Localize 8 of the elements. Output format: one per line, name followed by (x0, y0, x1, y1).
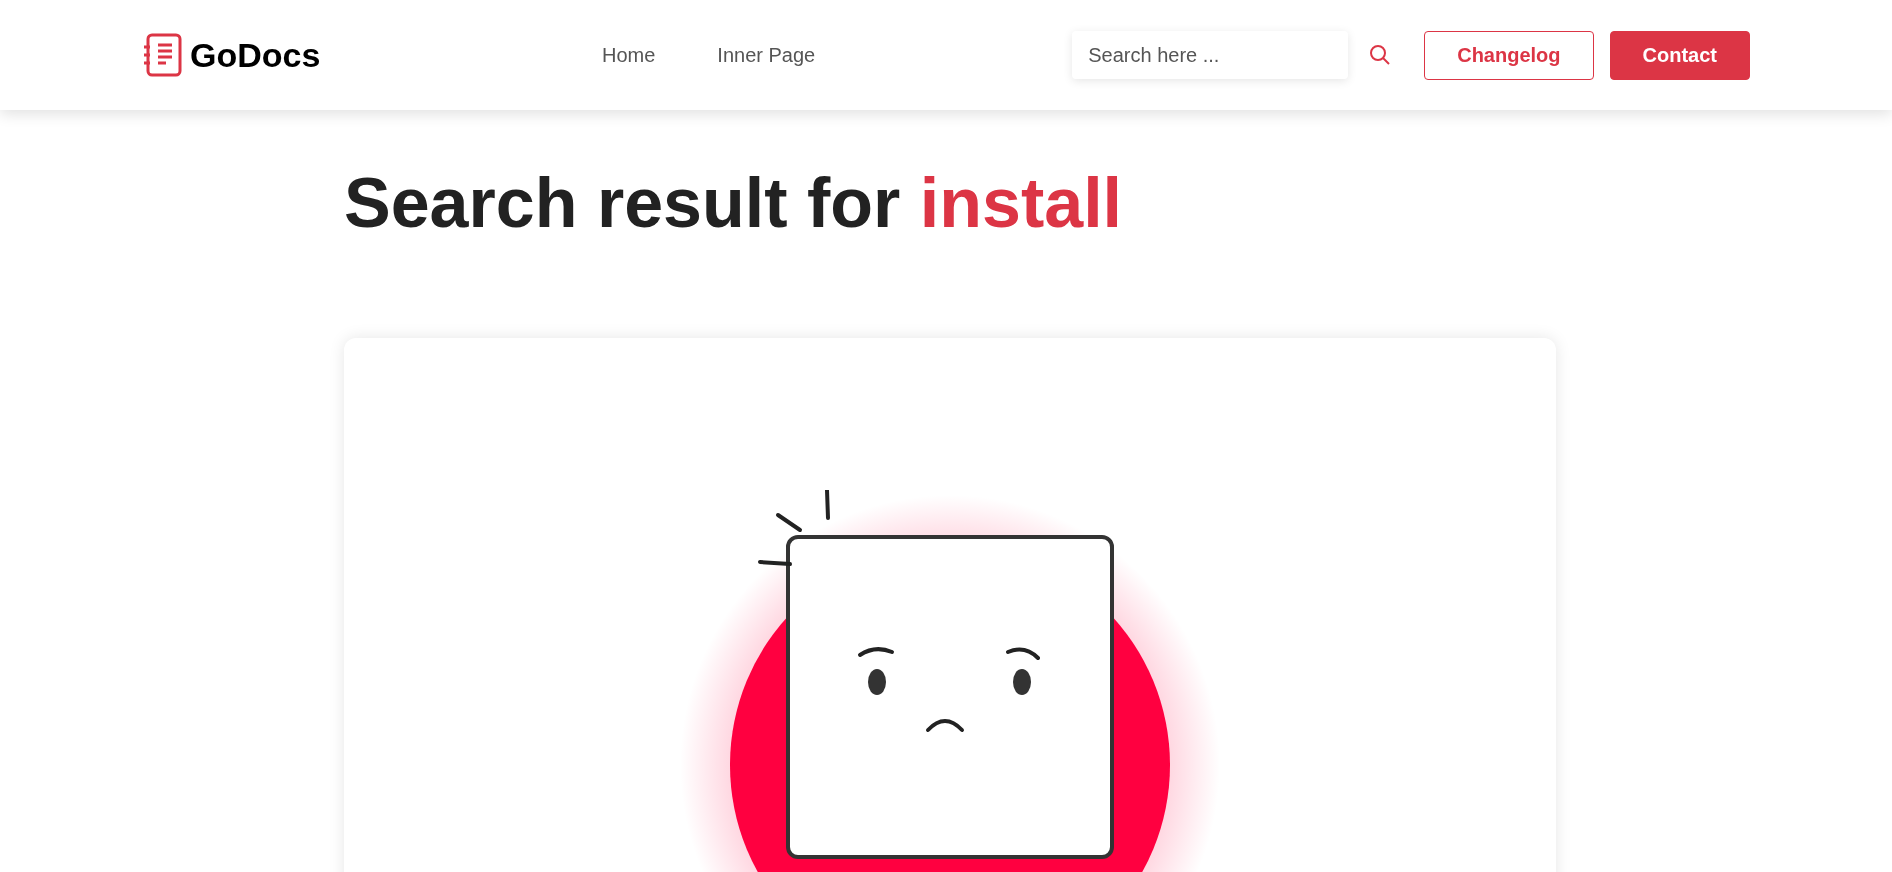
page-heading: Search result for install (344, 163, 1124, 244)
search-field[interactable]: Search here ... (1072, 31, 1349, 79)
changelog-button[interactable]: Changelog (1424, 30, 1594, 80)
contact-button[interactable]: Contact (1609, 30, 1750, 80)
logo-text[interactable]: GoDocs (190, 29, 321, 81)
nav-link[interactable]: Home (602, 40, 656, 70)
nav-link[interactable]: Inner Page (717, 40, 816, 70)
notebook-list-icon (142, 33, 182, 77)
